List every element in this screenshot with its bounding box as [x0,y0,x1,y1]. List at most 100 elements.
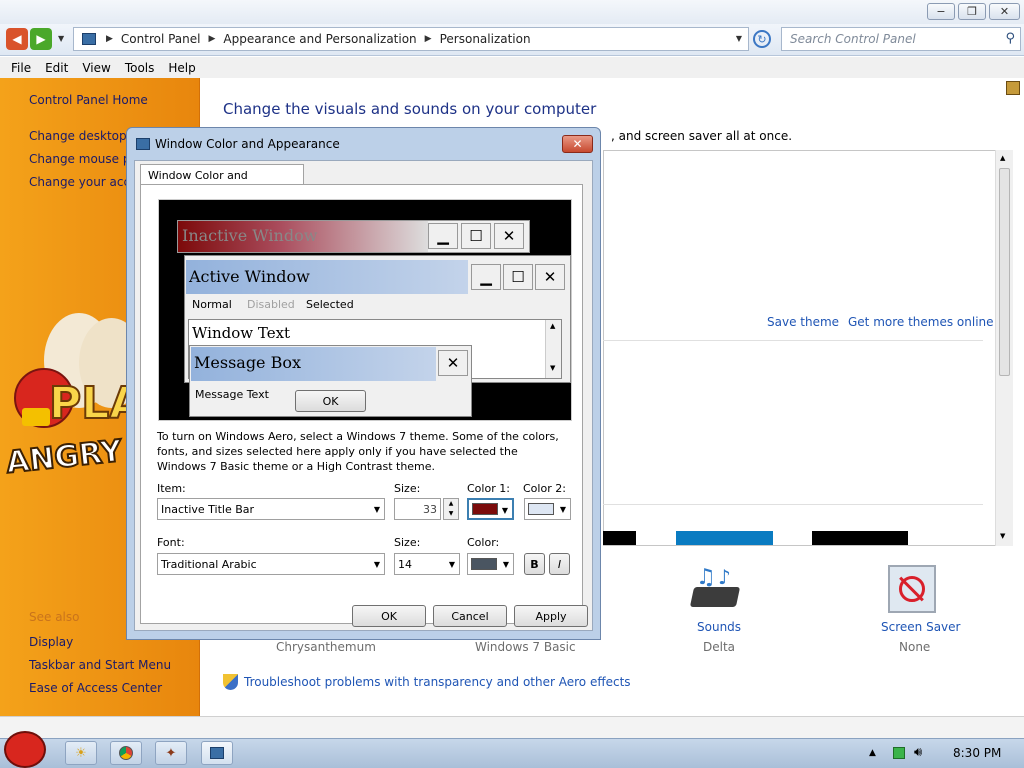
item-size-stepper[interactable]: ▲ ▼ [443,498,459,520]
font-color-picker[interactable]: ▼ [467,553,514,575]
start-button[interactable] [4,731,46,768]
sidebar-ease-of-access-link[interactable]: Ease of Access Center [29,681,162,695]
control-panel-icon [82,33,96,45]
maximize-icon: ❐ [967,5,977,18]
spin-up-icon[interactable]: ▲ [449,500,454,507]
divider [603,504,983,505]
item-label: Item: [157,482,186,495]
recent-pages-dropdown[interactable]: ▼ [58,34,64,43]
search-input[interactable]: Search Control Panel ⚲ [781,27,1021,51]
chevron-down-icon: ▼ [502,560,509,569]
theme-thumbnail[interactable] [676,531,773,545]
preview-message-box[interactable]: Message Box ✕ Message Text OK [189,345,472,417]
preview-inactive-window[interactable]: Inactive Window ▁ ☐ ✕ [177,220,530,253]
control-panel-taskbar-icon[interactable] [201,741,233,765]
sidebar-account-picture-link[interactable]: Change your acco [29,175,137,189]
minimize-icon: − [936,5,946,18]
menu-view[interactable]: View [75,61,117,75]
sidebar-mouse-pointers-link[interactable]: Change mouse po [29,152,138,166]
see-also-heading: See also [29,610,80,624]
minimize-button[interactable]: − [927,3,955,20]
scroll-thumb[interactable] [999,168,1010,376]
breadcrumb-control-panel[interactable]: Control Panel [121,32,201,46]
scroll-up-icon[interactable]: ▲ [1000,154,1005,162]
preview-msgbox-text: Message Text [195,388,269,401]
search-icon[interactable]: ⚲ [1005,31,1015,46]
menu-file[interactable]: File [4,61,38,75]
item-select-value: Inactive Title Bar [161,502,255,516]
font-select[interactable]: Traditional Arabic ▼ [157,553,385,575]
desktop-background-value[interactable]: Chrysanthemum [276,640,376,654]
menu-tools[interactable]: Tools [118,61,162,75]
close-window-button[interactable]: ✕ [989,3,1020,20]
breadcrumb-personalization[interactable]: Personalization [440,32,531,46]
breadcrumb-appearance[interactable]: Appearance and Personalization [223,32,416,46]
network-icon[interactable] [893,747,905,759]
font-size-select[interactable]: 14 ▼ [394,553,460,575]
themes-scrollbar[interactable]: ▲ ▼ [995,150,1013,546]
show-hidden-icons[interactable]: ▲ [869,748,876,758]
address-dropdown-icon[interactable]: ▼ [736,34,742,43]
clock[interactable]: 8:30 PM [953,746,1001,760]
preview-menu-selected: Selected [306,298,354,311]
spin-down-icon[interactable]: ▼ [449,510,454,517]
item-size-input[interactable]: 33 [394,498,441,520]
chrome-taskbar-icon[interactable] [110,741,142,765]
sounds-link[interactable]: Sounds [697,620,741,634]
control-panel-icon [210,747,224,759]
maximize-button[interactable]: ❐ [958,3,986,20]
breadcrumb-arrow-icon[interactable]: ▶ [106,34,113,44]
sidebar-desktop-icons-link[interactable]: Change desktop ic [29,129,140,143]
back-button[interactable]: ◀ [6,28,28,50]
window-titlebar: − ❐ ✕ [0,0,1024,24]
scroll-down-icon: ▼ [550,364,556,372]
minimize-icon: ▁ [471,264,501,290]
chevron-down-icon: ▼ [373,560,380,569]
close-icon: ✕ [494,223,524,249]
screen-saver-link[interactable]: Screen Saver [881,620,960,634]
breadcrumb-arrow-icon[interactable]: ▶ [209,34,216,44]
sounds-value: Delta [703,640,736,654]
app-taskbar-icon[interactable]: ✦ [155,741,187,765]
sounds-icon[interactable]: ♫ ♪ [689,565,742,613]
color2-picker[interactable]: ▼ [524,498,571,520]
get-more-themes-link[interactable]: Get more themes online [848,315,994,329]
italic-button[interactable]: I [549,553,570,575]
theme-thumbnail[interactable] [812,531,908,545]
help-icon[interactable] [1006,81,1020,95]
cancel-button[interactable]: Cancel [433,605,507,627]
volume-icon[interactable]: 🔊︎ [914,745,922,760]
bold-button[interactable]: B [524,553,545,575]
address-input[interactable]: ▶ Control Panel ▶ Appearance and Persona… [73,27,749,51]
breadcrumb-arrow-icon[interactable]: ▶ [425,34,432,44]
refresh-button[interactable]: ↻ [753,30,771,48]
window-color-value[interactable]: Windows 7 Basic [475,640,576,654]
item-size-value: 33 [423,502,437,516]
themes-list[interactable] [603,150,1013,546]
scroll-down-icon[interactable]: ▼ [1000,532,1005,540]
menu-help[interactable]: Help [161,61,202,75]
forward-button[interactable]: ▶ [30,28,52,50]
preview-active-title: Active Window [186,260,468,294]
dialog-close-button[interactable]: ✕ [562,135,593,153]
color1-picker[interactable]: ▼ [467,498,514,520]
color2-swatch [528,503,554,515]
sidebar-display-link[interactable]: Display [29,635,73,649]
troubleshoot-link[interactable]: Troubleshoot problems with transparency … [244,675,631,689]
maximize-icon: ☐ [461,223,491,249]
save-theme-link[interactable]: Save theme [767,315,839,329]
explorer-taskbar-icon[interactable]: ☀ [65,741,97,765]
preview-menu-disabled: Disabled [247,298,295,311]
tab-window-color[interactable]: Window Color and Appearance [140,164,304,195]
appearance-preview[interactable]: Inactive Window ▁ ☐ ✕ Active Window ▁ ☐ … [158,199,572,421]
chevron-down-icon: ▼ [501,506,508,515]
sidebar-taskbar-link[interactable]: Taskbar and Start Menu [29,658,171,672]
sidebar-home-link[interactable]: Control Panel Home [29,93,148,107]
apply-button[interactable]: Apply [514,605,588,627]
ok-button[interactable]: OK [352,605,426,627]
scroll-up-icon: ▲ [550,322,556,330]
item-select[interactable]: Inactive Title Bar ▼ [157,498,385,520]
theme-thumbnail[interactable] [603,531,636,545]
menu-edit[interactable]: Edit [38,61,75,75]
screen-saver-icon[interactable] [888,565,936,613]
